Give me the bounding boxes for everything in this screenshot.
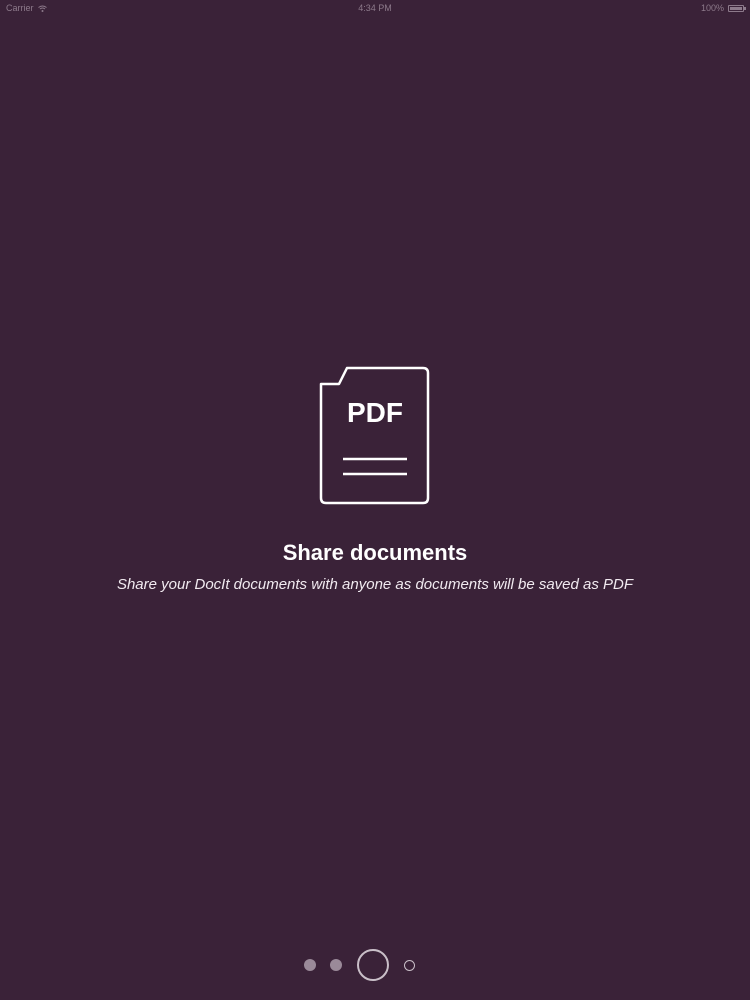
status-right: 100% — [700, 3, 746, 13]
onboarding-screen: Carrier 4:34 PM 100% PDF Share documents… — [0, 0, 750, 1000]
page-dot-4[interactable] — [404, 960, 415, 971]
page-indicator — [0, 948, 750, 982]
battery-label: 100% — [700, 3, 724, 13]
page-title: Share documents — [282, 540, 468, 565]
status-bar: Carrier 4:34 PM 100% — [0, 0, 750, 16]
page-dot-3-current[interactable] — [357, 949, 389, 981]
pdf-icon-text: PDF — [347, 397, 403, 428]
battery-icon — [728, 4, 746, 12]
page-dot-2[interactable] — [330, 959, 342, 971]
page-subtitle: Share your DocIt documents with anyone a… — [116, 576, 634, 593]
page-dot-1[interactable] — [304, 959, 316, 971]
status-time: 4:34 PM — [358, 3, 392, 13]
pdf-document-icon: PDF — [319, 366, 430, 505]
